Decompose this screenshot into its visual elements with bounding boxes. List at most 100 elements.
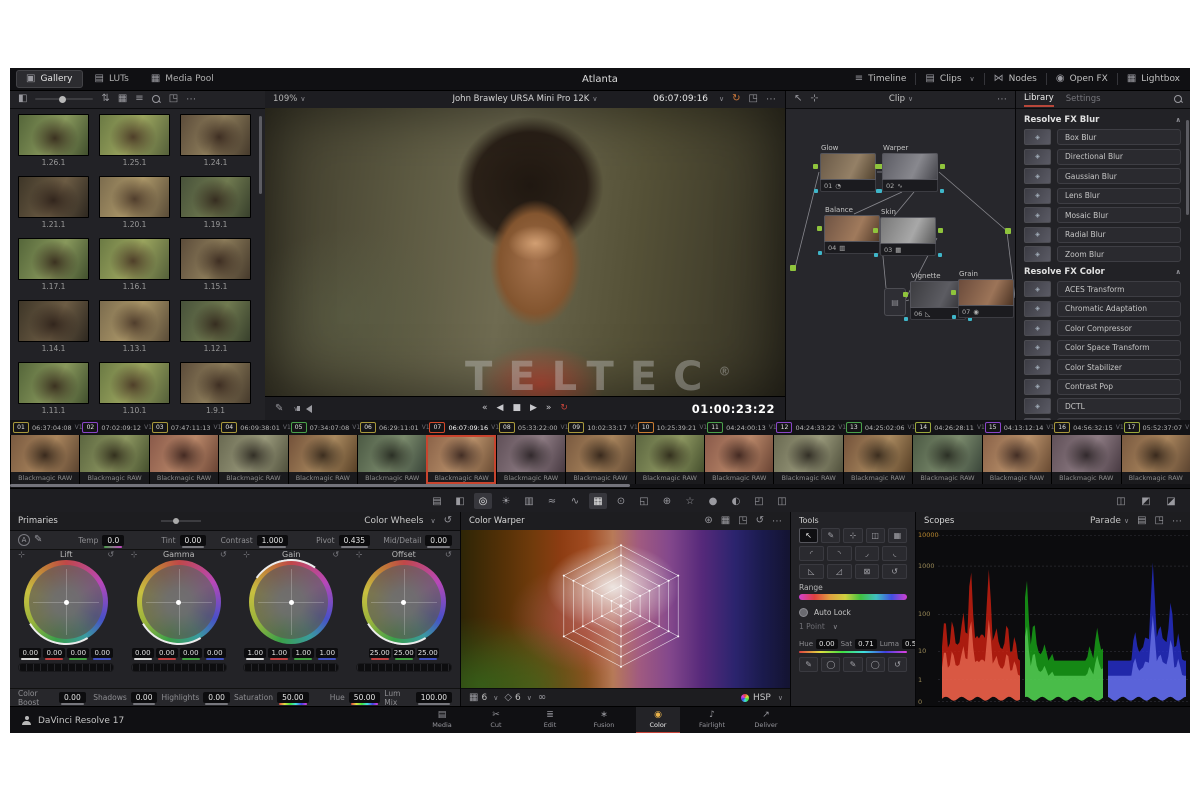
power-window-icon[interactable]: ◱ <box>635 493 653 509</box>
tab-library[interactable]: Library <box>1024 91 1054 107</box>
wheel-adjust-icon[interactable]: ⊹ <box>243 551 250 559</box>
adjust-value[interactable]: 0.00 <box>425 535 452 546</box>
warper-grid-icon[interactable]: ▦ <box>721 516 730 526</box>
scopes-layout-icon[interactable]: ▤ <box>1137 516 1146 526</box>
curve-lower-right-icon[interactable]: ◞ <box>855 546 880 561</box>
draw-icon[interactable]: ✎ <box>821 528 840 543</box>
node-output-port[interactable] <box>940 164 945 169</box>
clip-16[interactable]: 1604:56:32:15V1Blackmagic RAW <box>1051 420 1120 488</box>
warper-expand-icon[interactable]: ◳ <box>738 516 747 526</box>
node-grain[interactable]: Grain07◉ <box>958 270 1014 318</box>
curve-upper-right-icon[interactable]: ◝ <box>827 546 852 561</box>
points-select[interactable]: 1 Point∨ <box>799 622 907 631</box>
wheel-gamma-control[interactable] <box>137 560 221 644</box>
lightbox-button[interactable]: ▦Lightbox <box>1127 74 1180 84</box>
scopes-mode-select[interactable]: Parade∨ <box>1090 516 1129 526</box>
qualifier-icon[interactable]: ⊙ <box>612 493 630 509</box>
gallery-still[interactable]: 1.15.1 <box>180 238 251 291</box>
wheel-value[interactable]: 25.00 <box>417 648 439 658</box>
sizing-icon[interactable]: ◰ <box>750 493 768 509</box>
sat-divisions-select[interactable]: ◇ 6∨ <box>504 693 532 703</box>
adjust-value[interactable]: 1.000 <box>257 535 288 546</box>
wheel-offset-control[interactable] <box>362 560 446 644</box>
wheel-value[interactable]: 0.00 <box>132 648 154 658</box>
footer-value[interactable]: 100.00 <box>416 692 452 703</box>
footer-value[interactable]: 50.00 <box>349 692 380 703</box>
viewer-expand-icon[interactable]: ◳ <box>749 94 758 104</box>
mesh-grid-icon[interactable]: ▦ <box>888 528 907 543</box>
wheel-reset-icon[interactable]: ↺ <box>108 551 115 559</box>
node-warper[interactable]: Warper02∿ <box>882 144 938 192</box>
wheel-value[interactable]: 1.00 <box>244 648 266 658</box>
wheel-value[interactable]: 0.00 <box>204 648 226 658</box>
wheel-master-slider[interactable] <box>18 663 114 672</box>
wheel-value[interactable]: 0.00 <box>156 648 178 658</box>
wheel-value[interactable]: 0.00 <box>180 648 202 658</box>
adjust-value[interactable]: 0.0 <box>102 535 124 546</box>
node-input-port[interactable] <box>813 164 818 169</box>
node-pan-icon[interactable]: ⊹ <box>810 94 818 104</box>
node-key-input[interactable] <box>874 253 878 257</box>
timeline-button[interactable]: ≡Timeline <box>855 74 907 84</box>
gallery-still[interactable]: 1.13.1 <box>99 300 170 353</box>
scopes-expand-icon[interactable]: ◳ <box>1155 516 1164 526</box>
clip-04[interactable]: 0406:09:38:01V1Blackmagic RAW <box>218 420 287 488</box>
auto-lock-toggle[interactable]: Auto Lock <box>799 608 907 617</box>
clip-09[interactable]: 0910:02:33:17V1Blackmagic RAW <box>565 420 634 488</box>
pointer-icon[interactable]: ↖ <box>799 528 818 543</box>
node-glow[interactable]: Glow01◔ <box>820 144 876 192</box>
clip-05[interactable]: 0507:34:07:08V1Blackmagic RAW <box>288 420 357 488</box>
wheel-lift-control[interactable] <box>24 560 108 644</box>
scopes-more-icon[interactable]: ⋯ <box>1172 516 1183 527</box>
node-skin[interactable]: Skin03▦ <box>880 208 936 256</box>
gallery-still[interactable]: 1.19.1 <box>180 176 251 229</box>
warper-gear-icon[interactable]: ⊛ <box>704 516 712 526</box>
gallery-still[interactable]: 1.21.1 <box>18 176 89 229</box>
fx-item[interactable]: ◈Zoom Blur <box>1024 246 1181 262</box>
wheel-value[interactable]: 1.00 <box>316 648 338 658</box>
nodes-button[interactable]: ⋈Nodes <box>994 74 1037 84</box>
sort-icon[interactable]: ⇅ <box>101 94 109 104</box>
node-output-port[interactable] <box>938 228 943 233</box>
wheel-master-slider[interactable] <box>131 663 227 672</box>
gallery-search-icon[interactable] <box>152 95 161 104</box>
app-brand[interactable]: DaVinci Resolve 17 <box>10 716 124 726</box>
node-cursor-icon[interactable]: ↖ <box>794 94 802 104</box>
primaries-mode-select[interactable]: Color Wheels∨ <box>364 516 435 526</box>
page-tab-fusion[interactable]: ∗Fusion <box>582 707 626 733</box>
page-tab-media[interactable]: ▤Media <box>420 707 464 733</box>
library-search-icon[interactable] <box>1174 95 1183 104</box>
fx-item[interactable]: ◈Directional Blur <box>1024 149 1181 165</box>
wipe-icon[interactable]: ◪ <box>1162 493 1180 509</box>
tab-luts[interactable]: ▤LUTs <box>85 70 139 88</box>
clip-10[interactable]: 1010:25:39:21V1Blackmagic RAW <box>635 420 704 488</box>
range-gradient[interactable] <box>799 594 907 600</box>
adjust-value[interactable]: 0.435 <box>339 535 370 546</box>
annotation-pen-icon[interactable]: ✎ <box>275 404 283 414</box>
fx-item[interactable]: ◈Gaussian Blur <box>1024 168 1181 184</box>
hsl-value[interactable]: 0.00 <box>816 639 838 649</box>
node-balance[interactable]: Balance04▥ <box>824 206 880 254</box>
node-more-icon[interactable]: ⋯ <box>997 94 1008 105</box>
page-tab-fairlight[interactable]: ♪Fairlight <box>690 707 734 733</box>
fx-item[interactable]: ◈Radial Blur <box>1024 227 1181 243</box>
fx-item[interactable]: ◈Lens Blur <box>1024 188 1181 204</box>
fx-item[interactable]: ◈Box Blur <box>1024 129 1181 145</box>
split-screen-icon[interactable]: ◫ <box>1112 493 1130 509</box>
tab-media-pool[interactable]: ▦Media Pool <box>141 70 224 88</box>
clip-13[interactable]: 1304:25:02:06V1Blackmagic RAW <box>843 420 912 488</box>
adjust-value[interactable]: 0.00 <box>180 535 207 546</box>
circle-b-icon[interactable]: ◯ <box>866 657 885 672</box>
viewer-zoom-select[interactable]: 109%∨ <box>273 94 305 104</box>
list-view-icon[interactable]: ≡ <box>135 94 143 104</box>
gallery-still[interactable]: 1.17.1 <box>18 238 89 291</box>
color-wheels-icon[interactable]: ◎ <box>474 493 492 509</box>
color-warper-icon[interactable]: ▦ <box>589 493 607 509</box>
gallery-still[interactable]: 1.25.1 <box>99 114 170 167</box>
wheel-master-slider[interactable] <box>356 663 452 672</box>
wheel-value[interactable]: 0.00 <box>91 648 113 658</box>
curve-upper-left-icon[interactable]: ◜ <box>799 546 824 561</box>
curves-icon[interactable]: ∿ <box>566 493 584 509</box>
node-key-input[interactable] <box>814 189 818 193</box>
warper-reset-icon[interactable]: ↺ <box>756 516 764 526</box>
